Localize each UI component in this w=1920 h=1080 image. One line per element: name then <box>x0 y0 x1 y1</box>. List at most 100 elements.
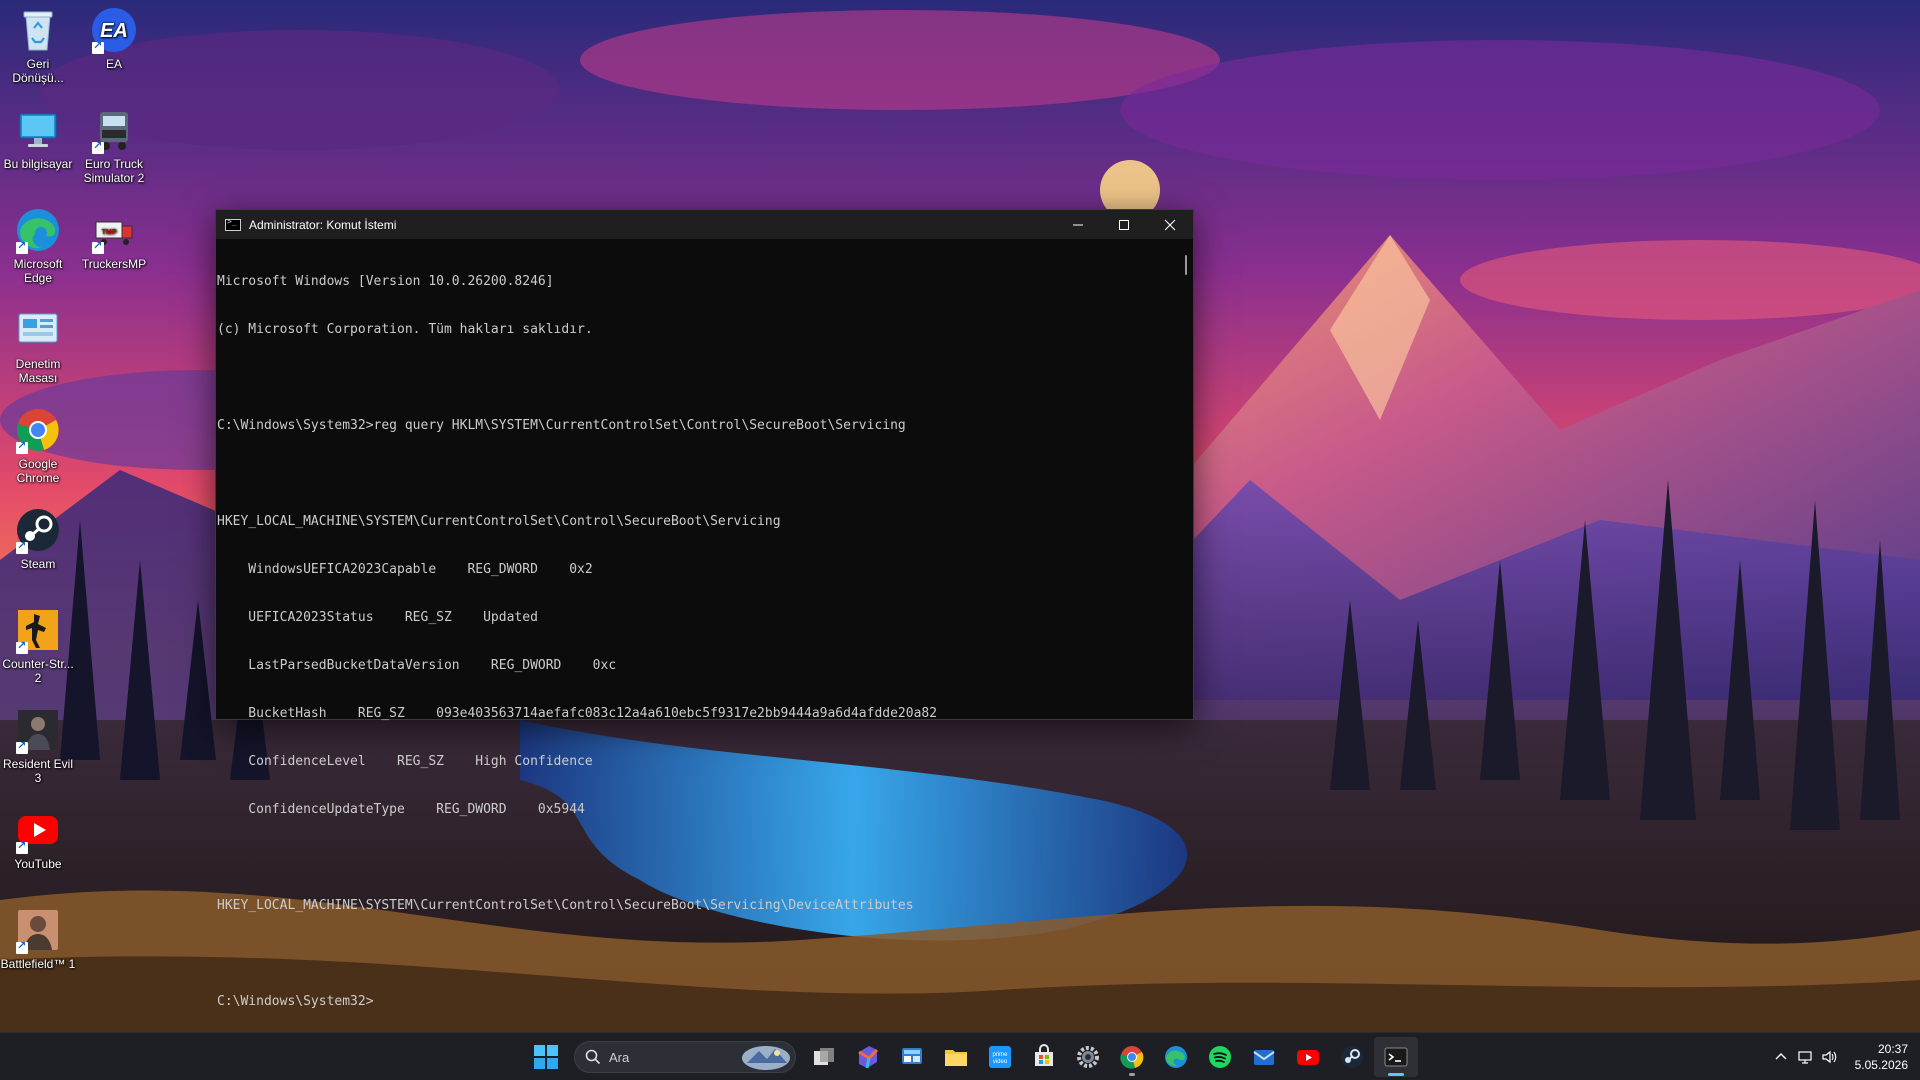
minimize-icon <box>1073 224 1083 225</box>
running-indicator <box>1129 1073 1135 1076</box>
close-icon <box>1164 219 1176 230</box>
svg-text:video: video <box>993 1059 1008 1065</box>
desktop-icon-euro-truck-simulator-2[interactable]: Euro Truck Simulator 2 <box>76 106 152 185</box>
desktop-icon-label: EA <box>105 57 122 71</box>
vertical-scrollbar[interactable] <box>1177 239 1193 719</box>
desktop-icon-label: Geri Dönüşü... <box>12 57 64 85</box>
desktop-icon-steam[interactable]: Steam <box>0 506 76 571</box>
task-view-icon <box>814 1048 834 1065</box>
svg-text:EA: EA <box>100 20 128 42</box>
taskbar-terminal[interactable] <box>1374 1037 1418 1077</box>
desktop-icon-label: Steam <box>20 557 56 571</box>
steam-icon <box>1341 1046 1363 1068</box>
taskbar-task-view[interactable] <box>802 1037 846 1077</box>
console-line: ConfidenceUpdateType REG_DWORD 0x5944 <box>217 802 585 817</box>
console-line: HKEY_LOCAL_MACHINE\SYSTEM\CurrentControl… <box>217 514 781 529</box>
scrollbar-thumb[interactable] <box>1185 255 1187 275</box>
desktop-icon-label: Bu bilgisayar <box>3 157 73 171</box>
window-title: Administrator: Komut İstemi <box>249 217 397 232</box>
desktop-icon-resident-evil-3[interactable]: Resident Evil 3 <box>0 706 76 785</box>
network-button[interactable] <box>1793 1037 1817 1077</box>
taskbar-chrome[interactable] <box>1110 1037 1154 1077</box>
svg-text:TMP: TMP <box>102 229 117 236</box>
desktop-icon-label: Denetim Masası <box>15 357 61 385</box>
cmd-icon <box>225 217 241 231</box>
desktop-icon-label: Counter-Str... 2 <box>2 657 74 685</box>
file-explorer-icon <box>945 1050 967 1066</box>
youtube-icon <box>1297 1050 1319 1065</box>
microsoft-365-icon <box>858 1046 879 1069</box>
desktop-icon-this-pc[interactable]: Bu bilgisayar <box>0 106 76 171</box>
steam-icon <box>14 506 62 554</box>
taskbar-steam[interactable] <box>1330 1037 1374 1077</box>
prime-video-icon: primevideo <box>989 1046 1011 1068</box>
minimize-button[interactable] <box>1055 210 1101 239</box>
desktop-icon-label: Google Chrome <box>16 457 60 485</box>
desktop-icon-microsoft-edge[interactable]: Microsoft Edge <box>0 206 76 285</box>
volume-button[interactable] <box>1817 1037 1841 1077</box>
console-line: Microsoft Windows [Version 10.0.26200.82… <box>217 274 554 289</box>
console-line: ConfidenceLevel REG_SZ High Confidence <box>217 754 593 769</box>
taskbar-mail[interactable] <box>1242 1037 1286 1077</box>
desktop-icon-label: Battlefield™ 1 <box>0 957 76 971</box>
desktop-icon-google-chrome[interactable]: Google Chrome <box>0 406 76 485</box>
widgets-icon <box>902 1048 922 1064</box>
desktop-icon-label: YouTube <box>14 857 62 871</box>
chevron-up-icon <box>1775 1053 1787 1060</box>
maximize-button[interactable] <box>1101 210 1147 239</box>
maximize-icon <box>1119 219 1129 230</box>
window-titlebar[interactable]: Administrator: Komut İstemi <box>216 210 1193 239</box>
taskbar-edge[interactable] <box>1154 1037 1198 1077</box>
taskbar-youtube[interactable] <box>1286 1037 1330 1077</box>
control-panel-icon <box>14 306 62 354</box>
taskbar: Ara prime video 20:37 5.05.2026 <box>0 1032 1920 1080</box>
console-output[interactable]: Microsoft Windows [Version 10.0.26200.82… <box>216 239 1177 1009</box>
desktop-icon-recycle-bin[interactable]: Geri Dönüşü... <box>0 6 76 85</box>
this-pc-icon <box>14 106 62 154</box>
youtube-icon <box>14 806 62 854</box>
start-button[interactable] <box>524 1037 568 1077</box>
console-prompt-line[interactable]: C:\Windows\System32> <box>217 994 1177 1010</box>
search-placeholder: Ara <box>609 1049 630 1065</box>
taskbar-microsoft-365[interactable] <box>846 1037 890 1077</box>
desktop-icon-label: TruckersMP <box>81 257 147 271</box>
desktop-icon-counter-strike-2[interactable]: Counter-Str... 2 <box>0 606 76 685</box>
taskbar-search[interactable]: Ara <box>574 1041 796 1073</box>
clock-time: 20:37 <box>1877 1042 1908 1056</box>
clock-date: 5.05.2026 <box>1854 1058 1908 1072</box>
taskbar-prime-video[interactable]: prime video <box>978 1037 1022 1077</box>
windows-start-icon <box>534 1045 558 1069</box>
recycle-bin-icon <box>14 6 62 54</box>
edge-icon <box>1165 1046 1187 1068</box>
taskbar-microsoft-store[interactable] <box>1022 1037 1066 1077</box>
desktop-icon-battlefield-1[interactable]: Battlefield™ 1 <box>0 906 76 971</box>
command-prompt-window[interactable]: Administrator: Komut İstemi Microsoft Wi… <box>215 209 1194 1009</box>
desktop-icon-youtube[interactable]: YouTube <box>0 806 76 871</box>
system-tray: 20:37 5.05.2026 <box>1769 1033 1920 1080</box>
settings-gear-icon <box>1077 1046 1099 1068</box>
taskbar-spotify[interactable] <box>1198 1037 1242 1077</box>
desktop-icon-truckersmp[interactable]: TMP TruckersMP <box>76 206 152 271</box>
chrome-icon <box>1120 1046 1144 1069</box>
desktop-icon-control-panel[interactable]: Denetim Masası <box>0 306 76 385</box>
speaker-icon <box>1822 1050 1836 1064</box>
taskbar-widgets[interactable] <box>890 1037 934 1077</box>
search-icon <box>585 1049 601 1065</box>
taskbar-file-explorer[interactable] <box>934 1037 978 1077</box>
chrome-icon <box>14 406 62 454</box>
close-button[interactable] <box>1147 210 1193 239</box>
svg-text:prime: prime <box>992 1052 1008 1058</box>
clock-button[interactable]: 20:37 5.05.2026 <box>1841 1041 1920 1073</box>
taskbar-apps: Ara prime video <box>524 1033 1418 1080</box>
euro-truck-simulator-icon <box>90 106 138 154</box>
spotify-icon <box>1209 1046 1231 1068</box>
console-line: UEFICA2023Status REG_SZ Updated <box>217 610 538 625</box>
taskbar-settings[interactable] <box>1066 1037 1110 1077</box>
desktop-icon-ea[interactable]: EA EA <box>76 6 152 71</box>
desktop-icon-label: Euro Truck Simulator 2 <box>83 157 145 185</box>
console-line: HKEY_LOCAL_MACHINE\SYSTEM\CurrentControl… <box>217 898 914 913</box>
show-hidden-icons-button[interactable] <box>1769 1037 1793 1077</box>
